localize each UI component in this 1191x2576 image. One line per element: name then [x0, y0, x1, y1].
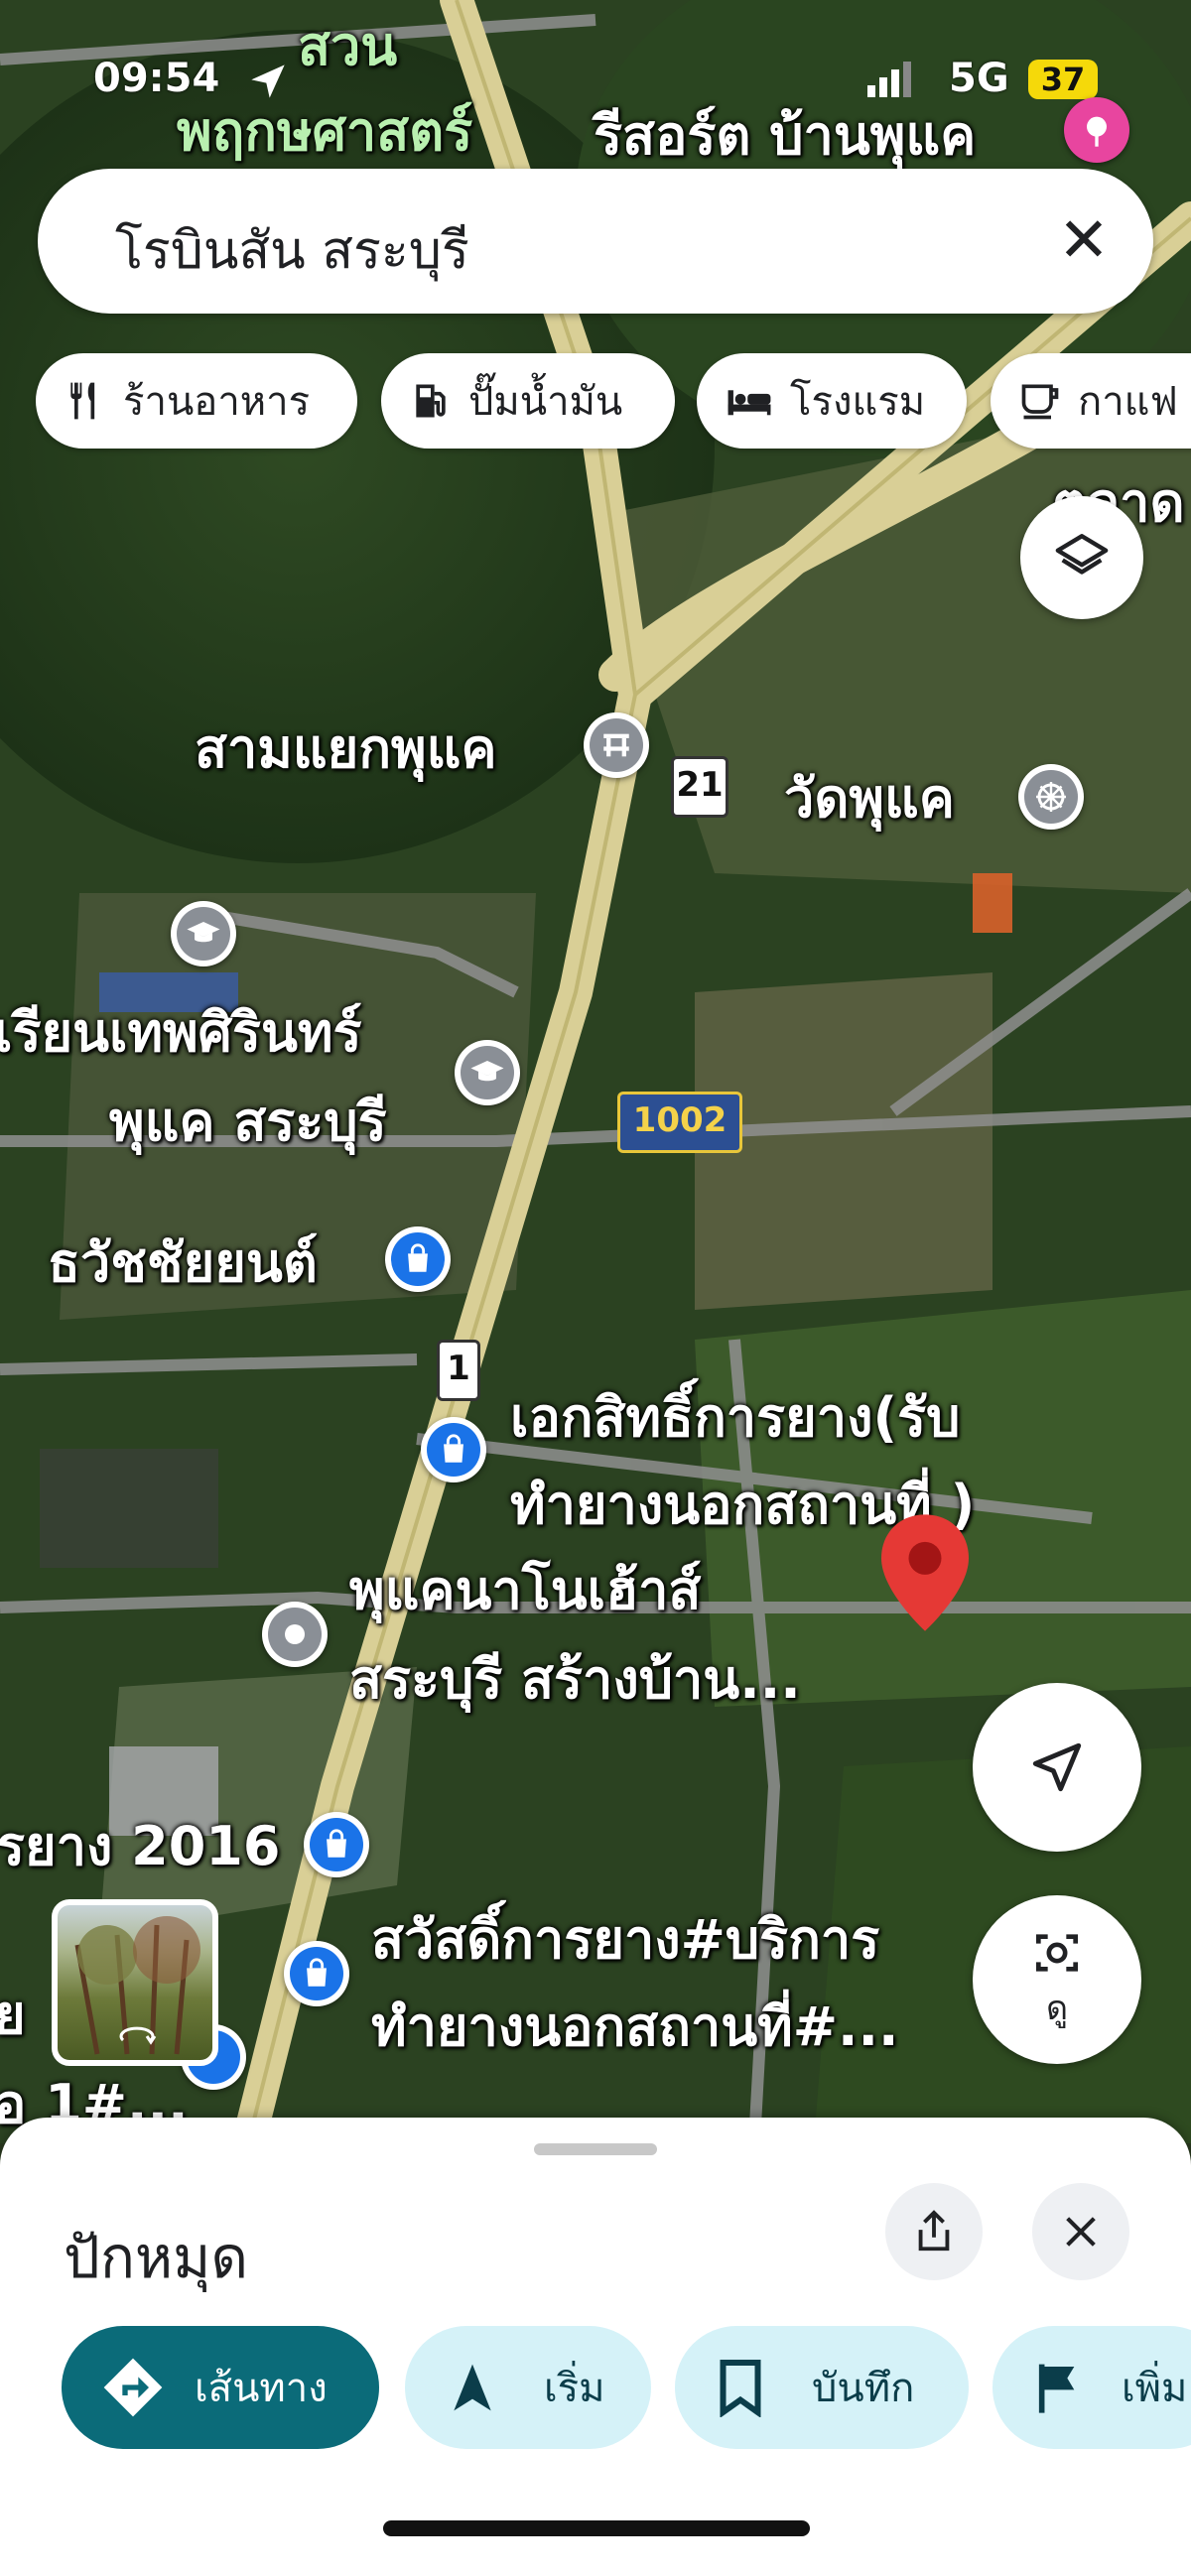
battery-indicator: 37	[1028, 60, 1098, 99]
map-label-shop-2-line1[interactable]: เอกสิทธิ์การยาง(รับ	[510, 1385, 960, 1451]
map-label-shop-1[interactable]: ธวัชชัยยนต์	[48, 1230, 318, 1296]
bookmark-icon	[720, 2360, 761, 2417]
chip-restaurant[interactable]: ร้านอาหาร	[36, 353, 357, 449]
sheet-close-button[interactable]	[1032, 2183, 1129, 2280]
save-button[interactable]: บันทึก	[675, 2326, 969, 2449]
chip-coffee[interactable]: กาแฟ	[991, 353, 1191, 449]
street-view-button[interactable]: ดู	[973, 1895, 1141, 2064]
map-label-house-line1[interactable]: พุแคนาโนเฮ้าส์	[349, 1558, 701, 1623]
save-label: บันทึก	[812, 2366, 915, 2411]
map-label-temple[interactable]: วัดพุแค	[784, 766, 955, 832]
navigation-start-icon	[454, 2364, 491, 2411]
directions-button[interactable]: เส้นทาง	[62, 2326, 379, 2449]
sheet-title: ปักหมุด	[64, 2224, 249, 2291]
layers-icon	[1055, 534, 1109, 575]
hotel-bed-icon	[728, 390, 771, 416]
coffee-cup-icon	[1021, 384, 1059, 420]
map-label-resort[interactable]: รีสอร์ต บ้านพุแค	[594, 103, 976, 169]
gas-station-icon	[416, 384, 446, 418]
junction-icon	[603, 733, 629, 757]
junction-poi-pin[interactable]	[584, 712, 649, 778]
graduation-cap-icon	[187, 922, 220, 943]
chip-hotel[interactable]: โรงแรม	[697, 353, 967, 449]
map-label-school-2[interactable]: พุแค สระบุรี	[109, 1090, 387, 1155]
map-label-left-partial-1[interactable]: ย	[0, 1983, 26, 2048]
route-21-shield: 21	[671, 756, 728, 818]
shop-poi-pin-2[interactable]	[421, 1417, 486, 1482]
resort-icon	[1087, 116, 1107, 147]
signal-bars-icon	[867, 62, 911, 97]
rotate-360-icon	[119, 2026, 157, 2045]
share-button[interactable]	[885, 2183, 983, 2280]
generic-dot-icon	[285, 1624, 305, 1644]
map-label-junction[interactable]: สามแยกพุแค	[195, 716, 497, 782]
chip-gas-station-label: ปั๊มน้ำมัน	[468, 379, 623, 425]
place-bottom-sheet[interactable]: ปักหมุด เส้นทาง เริ่ม บันทึก เพิ่ม	[0, 2118, 1191, 2576]
map-label-garden-1[interactable]: สวน	[298, 14, 397, 79]
restaurant-icon	[70, 382, 95, 420]
map-label-tyre-shop[interactable]: รยาง 2016	[0, 1814, 280, 1879]
shop-poi-pin-3[interactable]	[304, 1812, 369, 1877]
shopping-bag-icon	[444, 1434, 463, 1463]
home-indicator[interactable]	[383, 2520, 810, 2536]
route-1-shield: 1	[437, 1340, 480, 1401]
map-label-school-1[interactable]: เรียนเทพศิรินทร์	[0, 1000, 361, 1066]
start-label: เริ่ม	[544, 2366, 605, 2411]
add-button[interactable]: เพิ่ม	[992, 2326, 1191, 2449]
navigation-arrow-icon	[1032, 1742, 1082, 1792]
resort-poi-pin[interactable]	[1064, 97, 1129, 163]
search-bar[interactable]: โรบินสัน สระบุรี ✕	[38, 169, 1153, 314]
graduation-cap-icon	[470, 1061, 504, 1082]
layers-button[interactable]	[1020, 496, 1143, 619]
shopping-bag-icon	[408, 1243, 428, 1272]
search-clear-icon[interactable]: ✕	[1058, 202, 1110, 278]
map-label-garden-2[interactable]: พฤกษศาสตร์	[177, 99, 472, 165]
route-1002-shield: 1002	[617, 1092, 742, 1153]
shopping-bag-icon	[307, 1958, 327, 1987]
flag-icon	[1038, 2364, 1075, 2413]
directions-label: เส้นทาง	[195, 2366, 328, 2411]
dropped-pin-marker[interactable]	[881, 1514, 969, 1631]
house-poi-pin[interactable]	[262, 1602, 328, 1667]
sheet-drag-handle[interactable]	[534, 2143, 657, 2155]
search-query-text[interactable]: โรบินสัน สระบุรี	[115, 208, 469, 291]
shopping-bag-icon	[327, 1829, 346, 1858]
dharma-wheel-icon	[1036, 782, 1066, 812]
chip-hotel-label: โรงแรม	[790, 379, 926, 425]
shop-poi-pin-1[interactable]	[385, 1226, 451, 1292]
street-view-label: ดู	[1045, 1989, 1069, 2028]
location-arrow-icon	[251, 64, 285, 98]
shop-poi-pin-4[interactable]	[284, 1941, 349, 2006]
add-label: เพิ่ม	[1122, 2366, 1188, 2411]
share-icon	[918, 2210, 950, 2252]
school-poi-pin-1[interactable]	[171, 901, 236, 966]
status-time: 09:54	[93, 56, 220, 101]
map-label-shop-3-line1[interactable]: สวัสดิ์การยาง#บริการ	[371, 1907, 879, 1973]
directions-icon	[103, 2358, 163, 2417]
my-location-button[interactable]	[973, 1683, 1141, 1852]
chip-coffee-label: กาแฟ	[1078, 379, 1178, 425]
map-label-shop-3-line2[interactable]: ทำยางนอกสถานที่#...	[371, 1995, 899, 2060]
map-label-house-line2[interactable]: สระบุรี สร้างบ้าน...	[349, 1647, 801, 1713]
start-button[interactable]: เริ่ม	[405, 2326, 651, 2449]
temple-poi-pin[interactable]	[1018, 764, 1084, 830]
chip-restaurant-label: ร้านอาหาร	[123, 379, 311, 425]
network-type: 5G	[949, 56, 1009, 101]
street-view-thumbnail[interactable]	[52, 1899, 218, 2066]
close-icon	[1066, 2217, 1096, 2247]
chip-gas-station[interactable]: ปั๊มน้ำมัน	[381, 353, 675, 449]
school-poi-pin-2[interactable]	[455, 1040, 520, 1105]
camera-360-icon	[1036, 1934, 1078, 1972]
